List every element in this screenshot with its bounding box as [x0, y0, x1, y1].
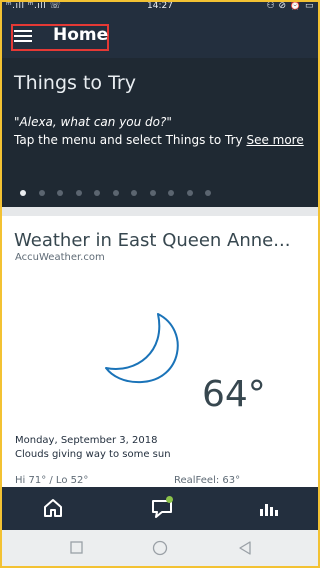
home-icon: [44, 499, 62, 517]
weather-source: AccuWeather.com: [15, 252, 105, 263]
bottom-tab-bar: [2, 487, 318, 530]
carousel-dot[interactable]: [149, 190, 156, 196]
carousel-dot[interactable]: [38, 190, 45, 196]
status-bar: ᵐ.ıll ᵐ.ıll ☏ 14:27 ⚇ ⊘ ⏰ ▭: [0, 0, 320, 14]
tab-play[interactable]: [238, 487, 298, 530]
tab-home[interactable]: [22, 487, 82, 530]
app-frame: ᵐ.ıll ᵐ.ıll ☏ 14:27 ⚇ ⊘ ⏰ ▭ Home Things …: [0, 0, 320, 568]
things-to-try-title: Things to Try: [14, 72, 136, 94]
page-title: Home: [53, 25, 109, 45]
hamburger-menu-icon[interactable]: [14, 28, 34, 44]
carousel-dot[interactable]: [186, 190, 193, 196]
back-triangle-icon[interactable]: [237, 540, 253, 556]
carousel-dot[interactable]: [131, 190, 137, 196]
notification-dot: [166, 496, 173, 503]
crescent-moon-icon: [105, 313, 179, 384]
weather-card[interactable]: Weather in East Queen Anne... AccuWeathe…: [2, 216, 318, 487]
tab-communicate[interactable]: [130, 487, 190, 530]
things-to-try-card[interactable]: Things to Try "Alexa, what can you do?" …: [2, 58, 318, 207]
carousel-page-indicator: [20, 181, 224, 200]
things-to-try-quote: "Alexa, what can you do?": [14, 115, 172, 129]
play-icon: [260, 504, 278, 516]
see-more-link[interactable]: See more: [246, 133, 303, 147]
carousel-dot[interactable]: [168, 190, 174, 196]
recents-square-icon[interactable]: [69, 540, 85, 556]
android-nav-bar: [2, 530, 318, 566]
status-icons: ⚇ ⊘ ⏰ ▭: [266, 1, 314, 11]
weather-title: Weather in East Queen Anne...: [14, 230, 291, 251]
carousel-dot[interactable]: [75, 190, 82, 196]
carousel-dot[interactable]: [20, 190, 26, 196]
carousel-dot[interactable]: [112, 190, 119, 196]
weather-hi-lo: Hi 71° / Lo 52°: [15, 475, 89, 486]
carousel-dot[interactable]: [205, 190, 211, 196]
weather-temperature: 64°: [202, 374, 266, 415]
things-to-try-body: Tap the menu and select Things to Try Se…: [14, 132, 304, 148]
weather-date: Monday, September 3, 2018: [15, 435, 158, 446]
things-to-try-text: Tap the menu and select Things to Try: [14, 133, 243, 147]
carousel-dot[interactable]: [94, 190, 100, 196]
home-circle-icon[interactable]: [152, 540, 168, 556]
carousel-dot[interactable]: [57, 190, 63, 196]
weather-realfeel: RealFeel: 63°: [174, 475, 241, 486]
weather-description: Clouds giving way to some sun: [15, 449, 171, 460]
app-header: Home: [0, 14, 320, 58]
